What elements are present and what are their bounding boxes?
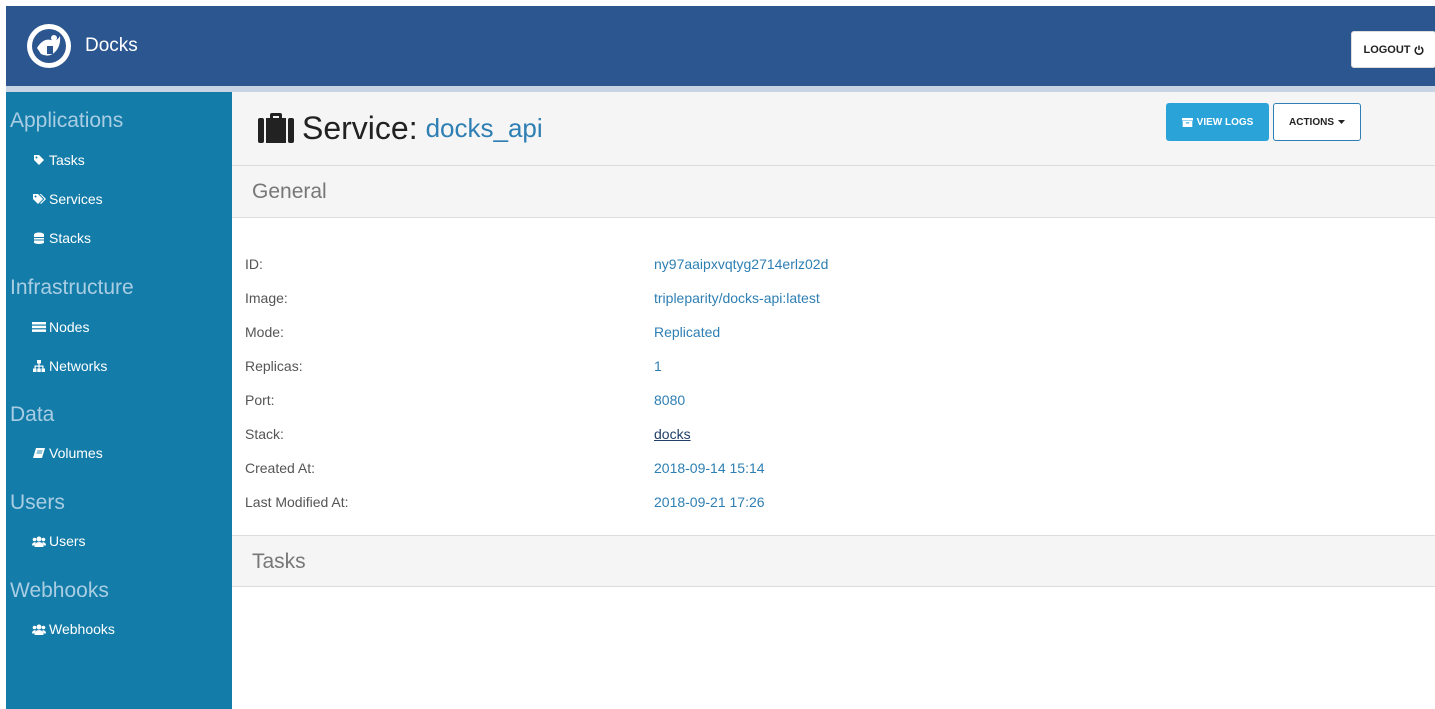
detail-row-created-at: Created At: 2018-09-14 15:14 (245, 459, 1425, 493)
logout-button[interactable]: LOGOUT (1351, 31, 1435, 68)
detail-value: 2018-09-21 17:26 (654, 494, 765, 510)
tag-icon (32, 153, 46, 167)
detail-label: Created At: (245, 460, 316, 476)
detail-row-port: Port: 8080 (245, 391, 1425, 425)
sidebar-item-services[interactable]: Services (32, 190, 103, 208)
detail-value: 8080 (654, 392, 686, 408)
sidebar-item-webhooks[interactable]: Webhooks (32, 620, 115, 638)
sidebar-item-volumes[interactable]: Volumes (32, 444, 103, 462)
detail-value: tripleparity/docks-api:latest (654, 290, 820, 306)
detail-value: 2018-09-14 15:14 (654, 460, 765, 476)
detail-label: Image: (245, 290, 288, 306)
detail-label: Stack: (245, 426, 284, 442)
briefcase-icon (258, 113, 294, 143)
general-section-title: General (252, 180, 327, 203)
users-icon (32, 534, 46, 548)
sidebar-section-data: Data (10, 403, 55, 426)
detail-label: Port: (245, 392, 275, 408)
detail-label: ID: (245, 256, 263, 272)
detail-value: ny97aaipxvqtyg2714erlz02d (654, 256, 829, 272)
sitemap-icon (32, 359, 46, 373)
book-icon (32, 446, 46, 460)
detail-label: Last Modified At: (245, 494, 349, 510)
detail-row-replicas: Replicas: 1 (245, 357, 1425, 391)
tasks-section-title: Tasks (252, 550, 306, 573)
sidebar-item-networks[interactable]: Networks (32, 357, 107, 375)
detail-row-last-modified-at: Last Modified At: 2018-09-21 17:26 (245, 493, 1425, 527)
tags-icon (32, 192, 46, 206)
logout-label: LOGOUT (1363, 43, 1411, 56)
detail-value: Replicated (654, 324, 721, 340)
sidebar-section-webhooks: Webhooks (10, 579, 109, 602)
top-navbar: Docks LOGOUT (6, 6, 1435, 86)
actions-label: ACTIONS (1289, 116, 1334, 128)
archive-icon (1181, 117, 1193, 127)
docks-logo-icon[interactable] (27, 24, 71, 68)
sidebar-item-label: Webhooks (49, 621, 115, 637)
sidebar-section-applications: Applications (10, 109, 124, 132)
stack-link[interactable]: docks (654, 425, 691, 443)
sidebar-item-label: Tasks (49, 152, 85, 168)
detail-label: Replicas: (245, 358, 303, 374)
sidebar-item-label: Nodes (49, 319, 90, 335)
general-section-header: General (232, 166, 1435, 218)
view-logs-button[interactable]: VIEW LOGS (1166, 103, 1269, 141)
sidebar-item-label: Users (49, 533, 86, 549)
sidebar-item-label: Stacks (49, 230, 92, 246)
detail-label: Mode: (245, 324, 284, 340)
main-content: Service: docks_api VIEW LOGS ACTIONS Gen… (232, 92, 1435, 709)
actions-dropdown-button[interactable]: ACTIONS (1273, 103, 1361, 141)
database-icon (32, 231, 46, 245)
page-header: Service: docks_api VIEW LOGS ACTIONS (232, 92, 1435, 166)
users-icon (32, 622, 46, 636)
power-icon (1414, 45, 1424, 55)
sidebar-item-tasks[interactable]: Tasks (32, 151, 85, 169)
detail-row-mode: Mode: Replicated (245, 323, 1425, 357)
sidebar-item-label: Volumes (49, 445, 103, 461)
sidebar-section-users: Users (10, 491, 65, 514)
sidebar-item-label: Services (49, 191, 103, 207)
app-name[interactable]: Docks (85, 34, 138, 58)
sidebar-section-infrastructure: Infrastructure (10, 276, 134, 299)
server-icon (32, 320, 46, 334)
page-title: Service: docks_api (258, 109, 543, 147)
sidebar-item-stacks[interactable]: Stacks (32, 229, 91, 247)
sidebar: Applications Tasks Services Stacks Infra… (6, 92, 232, 709)
service-name: docks_api (425, 113, 543, 143)
sidebar-item-nodes[interactable]: Nodes (32, 318, 89, 336)
detail-row-image: Image: tripleparity/docks-api:latest (245, 289, 1425, 323)
detail-row-id: ID: ny97aaipxvqtyg2714erlz02d (245, 255, 1425, 289)
tasks-section-header: Tasks (232, 535, 1435, 587)
page-title-prefix: Service: (302, 110, 418, 146)
detail-row-stack: Stack: docks (245, 425, 1425, 459)
caret-down-icon (1338, 120, 1345, 124)
view-logs-label: VIEW LOGS (1196, 116, 1254, 128)
sidebar-item-users[interactable]: Users (32, 532, 86, 550)
sidebar-item-label: Networks (49, 358, 108, 374)
detail-value: 1 (654, 358, 662, 374)
